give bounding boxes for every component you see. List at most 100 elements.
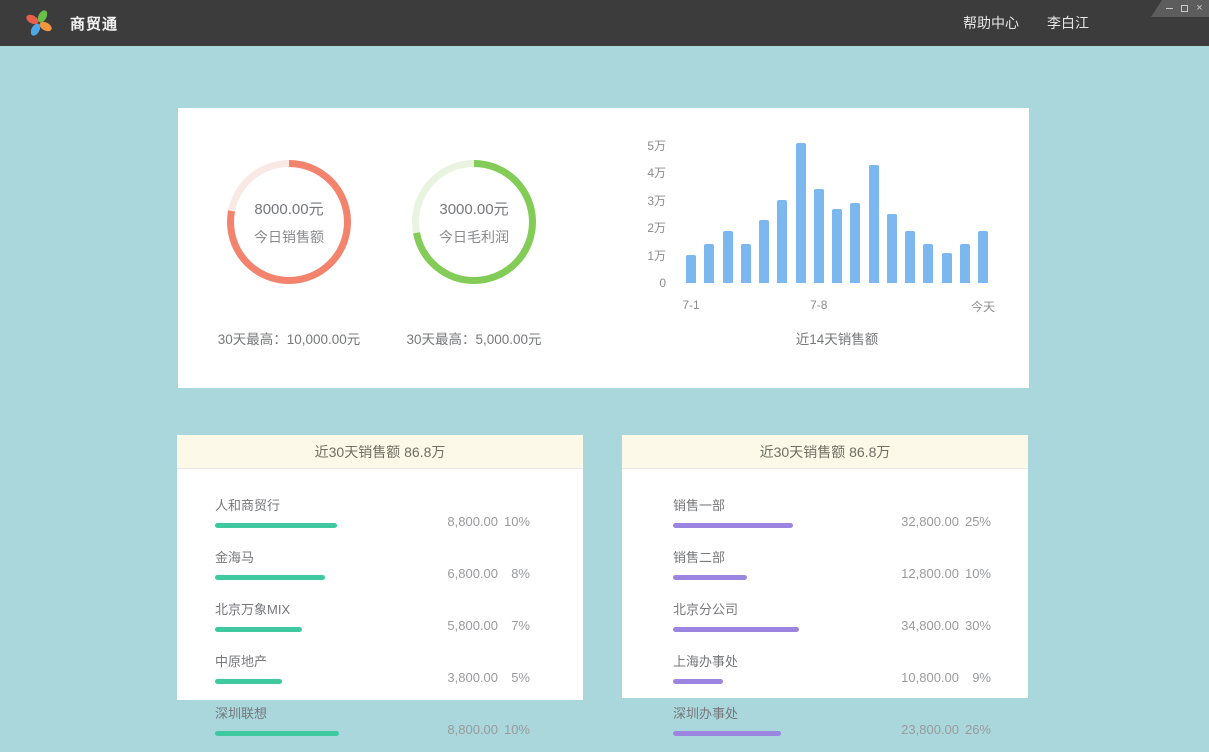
ranking-row: 北京分公司34,800.0030% (673, 599, 991, 632)
pinwheel-logo-icon (24, 8, 54, 38)
ranking-row: 销售二部12,800.0010% (673, 547, 991, 580)
ranking-row-bar (215, 679, 282, 684)
today-profit-value: 3000.00元 (439, 198, 508, 219)
ranking-row-name: 人和商贸行 (215, 495, 412, 514)
ranking-row: 上海办事处10,800.009% (673, 651, 991, 684)
ranking-row-percent: 26% (959, 723, 991, 736)
y-tick-label: 0 (618, 276, 666, 290)
sales-bar (704, 244, 714, 283)
y-tick-label: 3万 (618, 194, 666, 208)
today-profit-label: 今日毛利润 (439, 227, 509, 247)
ranking-row-percent: 30% (959, 619, 991, 632)
user-menu[interactable]: 李白江 (1047, 13, 1089, 33)
ranking-row-percent: 9% (959, 671, 991, 684)
bar-chart-title: 近14天销售额 (686, 328, 988, 348)
ranking-row-bar (673, 575, 747, 580)
sales-bar (686, 255, 696, 283)
ranking-row-name: 中原地产 (215, 651, 412, 670)
y-tick-label: 4万 (618, 166, 666, 180)
sales-bar (869, 165, 879, 283)
today-profit-donut-block: 3000.00元 今日毛利润 30天最高：5,000.00元 (381, 108, 567, 388)
ranking-row-bar (215, 627, 302, 632)
ranking-row-amount: 8,800.00 (412, 723, 498, 736)
minimize-icon[interactable] (1165, 4, 1174, 13)
today-profit-donut-chart: 3000.00元 今日毛利润 (412, 160, 536, 284)
ranking-row-name: 销售一部 (673, 495, 873, 514)
ranking-row-amount: 12,800.00 (873, 567, 959, 580)
sales-bar (741, 244, 751, 283)
profit-30day-max: 30天最高：5,000.00元 (381, 328, 567, 348)
sales-bar (850, 203, 860, 283)
ranking-row-percent: 25% (959, 515, 991, 528)
ranking-row-amount: 3,800.00 (412, 671, 498, 684)
x-tick-label: 今天 (971, 298, 995, 315)
ranking-row-bar (215, 731, 339, 736)
today-sales-donut-chart: 8000.00元 今日销售额 (227, 160, 351, 284)
sales-bar (923, 244, 933, 283)
ranking-row-amount: 10,800.00 (873, 671, 959, 684)
ranking-row-name: 金海马 (215, 547, 412, 566)
ranking-row-bar (215, 575, 325, 580)
x-tick-label: 7-8 (810, 298, 827, 312)
ranking-row: 深圳联想8,800.0010% (215, 703, 530, 736)
y-tick-label: 1万 (618, 249, 666, 263)
sales-bar (978, 231, 988, 283)
overview-card: 8000.00元 今日销售额 30天最高：10,000.00元 3000.00元… (178, 108, 1029, 388)
app-title: 商贸通 (70, 13, 118, 34)
sales-bar (777, 200, 787, 283)
sales-bar (960, 244, 970, 283)
sales-bar (942, 253, 952, 283)
bar-chart-plot (686, 142, 988, 283)
ranking-row-percent: 10% (498, 515, 530, 528)
department-ranking-title: 近30天销售额 86.8万 (622, 435, 1028, 469)
sales-bar (723, 231, 733, 283)
bar-chart-x-axis: 7-17-8今天 (686, 298, 988, 314)
sales-bar (887, 214, 897, 283)
ranking-row-bar (215, 523, 337, 528)
ranking-row-name: 深圳联想 (215, 703, 412, 722)
ranking-row: 销售一部32,800.0025% (673, 495, 991, 528)
ranking-row: 深圳办事处23,800.0026% (673, 703, 991, 736)
ranking-row-amount: 34,800.00 (873, 619, 959, 632)
sales-bar (796, 143, 806, 283)
sales-30day-max: 30天最高：10,000.00元 (196, 328, 382, 348)
maximize-icon[interactable] (1180, 4, 1189, 13)
today-sales-donut-block: 8000.00元 今日销售额 30天最高：10,000.00元 (196, 108, 382, 388)
close-icon[interactable]: × (1195, 4, 1204, 13)
ranking-row: 人和商贸行8,800.0010% (215, 495, 530, 528)
ranking-row-amount: 23,800.00 (873, 723, 959, 736)
sales-bar (759, 220, 769, 283)
ranking-row-amount: 5,800.00 (412, 619, 498, 632)
customer-ranking-title: 近30天销售额 86.8万 (177, 435, 583, 469)
ranking-row-percent: 10% (498, 723, 530, 736)
ranking-row-amount: 32,800.00 (873, 515, 959, 528)
bar-chart-y-axis: 0 1万 2万 3万 4万 5万 (618, 108, 666, 388)
ranking-row-name: 销售二部 (673, 547, 873, 566)
window-controls: × (1151, 0, 1209, 17)
ranking-row-bar (673, 679, 723, 684)
ranking-row-name: 深圳办事处 (673, 703, 873, 722)
customer-ranking-card: 近30天销售额 86.8万 人和商贸行8,800.0010% 金海马6,800.0… (177, 435, 583, 700)
ranking-row-amount: 8,800.00 (412, 515, 498, 528)
ranking-row-percent: 10% (959, 567, 991, 580)
topbar: 商贸通 帮助中心 李白江 × (0, 0, 1209, 46)
ranking-row-name: 北京万象MIX (215, 599, 412, 618)
help-center-link[interactable]: 帮助中心 (963, 13, 1019, 33)
sales-bar (814, 189, 824, 283)
ranking-row-percent: 5% (498, 671, 530, 684)
ranking-row-amount: 6,800.00 (412, 567, 498, 580)
ranking-row-bar (673, 731, 781, 736)
ranking-row: 北京万象MIX5,800.007% (215, 599, 530, 632)
ranking-row: 金海马6,800.008% (215, 547, 530, 580)
sales-14day-bar-chart: 0 1万 2万 3万 4万 5万 7-17-8今天 近14天销售额 (618, 108, 1018, 388)
ranking-row-bar (673, 523, 793, 528)
sales-bar (905, 231, 915, 283)
today-sales-value: 8000.00元 (254, 198, 323, 219)
y-tick-label: 2万 (618, 221, 666, 235)
sales-bar (832, 209, 842, 283)
ranking-row-percent: 8% (498, 567, 530, 580)
ranking-row-name: 上海办事处 (673, 651, 873, 670)
y-tick-label: 5万 (618, 139, 666, 153)
ranking-row: 中原地产3,800.005% (215, 651, 530, 684)
ranking-row-percent: 7% (498, 619, 530, 632)
